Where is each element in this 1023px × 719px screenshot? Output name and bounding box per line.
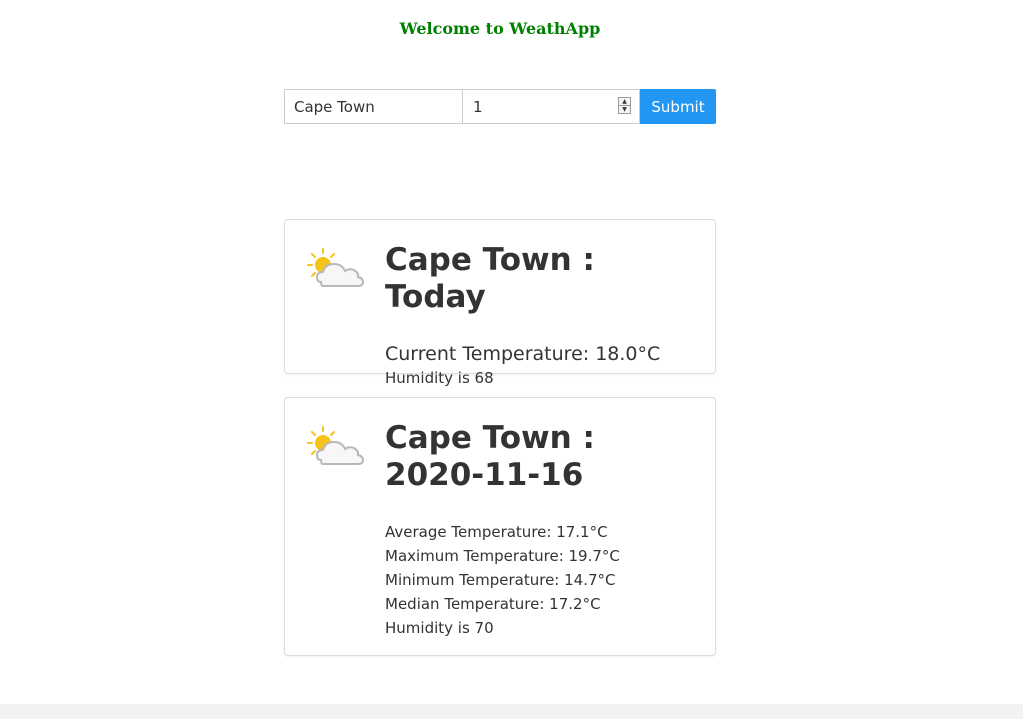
forecast-title-date: 2020-11-16 xyxy=(385,457,584,493)
minimum-temperature: Minimum Temperature: 14.7°C xyxy=(385,571,616,589)
weather-app-page: Welcome to WeathApp ▲ ▼ Submit Cape Tow xyxy=(0,0,1023,719)
search-form: ▲ ▼ Submit xyxy=(284,89,716,124)
forecast-humidity: Humidity is 70 xyxy=(385,619,494,637)
submit-button[interactable]: Submit xyxy=(640,89,716,124)
today-card-body: Cape Town : Today Current Temperature: 1… xyxy=(385,242,703,390)
partly-cloudy-icon xyxy=(307,426,365,465)
today-card-title: Cape Town : Today xyxy=(385,242,595,315)
footer-bar xyxy=(0,704,1023,719)
welcome-heading: Welcome to WeathApp xyxy=(399,19,601,38)
city-input[interactable] xyxy=(284,89,462,124)
today-humidity: Humidity is 68 xyxy=(385,369,494,387)
average-temperature: Average Temperature: 17.1°C xyxy=(385,523,608,541)
forecast-details: Average Temperature: 17.1°C Maximum Temp… xyxy=(385,520,703,640)
today-weather-card: Cape Town : Today Current Temperature: 1… xyxy=(284,219,716,387)
partly-cloudy-icon xyxy=(307,248,365,287)
median-temperature: Median Temperature: 17.2°C xyxy=(385,595,601,613)
spinner-down-icon[interactable]: ▼ xyxy=(619,106,630,113)
days-input[interactable] xyxy=(463,90,639,123)
forecast-weather-card: Cape Town : 2020-11-16 Average Temperatu… xyxy=(284,397,716,656)
forecast-card-body: Cape Town : 2020-11-16 Average Temperatu… xyxy=(385,420,703,640)
forecast-title-city: Cape Town : xyxy=(385,420,595,456)
maximum-temperature: Maximum Temperature: 19.7°C xyxy=(385,547,620,565)
current-temperature: Current Temperature: 18.0°C xyxy=(385,343,661,365)
days-field: ▲ ▼ xyxy=(462,89,640,124)
forecast-card-title: Cape Town : 2020-11-16 xyxy=(385,420,703,494)
spinner-up-icon[interactable]: ▲ xyxy=(619,98,630,106)
days-spinner: ▲ ▼ xyxy=(618,97,631,114)
